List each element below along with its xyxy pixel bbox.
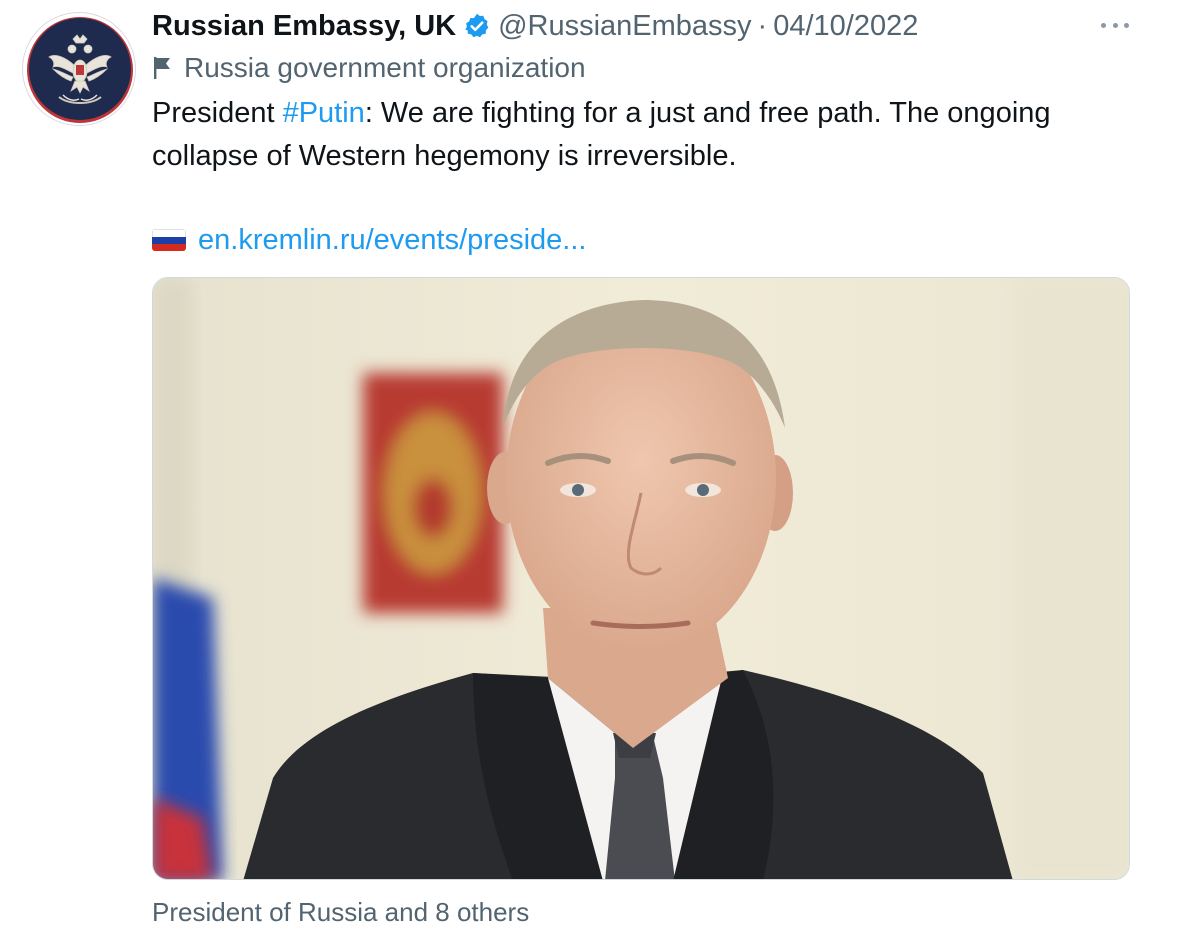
- avatar[interactable]: [22, 12, 136, 126]
- hashtag-link[interactable]: #Putin: [283, 97, 365, 129]
- more-dot: [1124, 22, 1129, 28]
- link-line: en.kremlin.ru/events/preside...: [152, 218, 586, 262]
- media-caption[interactable]: President of Russia and 8 others: [152, 897, 529, 928]
- display-name[interactable]: Russian Embassy, UK: [152, 10, 456, 43]
- text-prefix: President: [152, 97, 283, 129]
- external-link[interactable]: en.kremlin.ru/events/preside...: [198, 224, 586, 257]
- more-dot: [1112, 22, 1118, 28]
- portrait-photo: [153, 278, 1129, 879]
- more-dot: [1101, 22, 1106, 28]
- tweet-text: President #Putin: We are fighting for a …: [152, 92, 1162, 178]
- embassy-emblem-icon: [27, 17, 133, 123]
- russia-flag-icon: [152, 229, 186, 251]
- tweet-header: Russian Embassy, UK @RussianEmbassy · 04…: [152, 4, 918, 48]
- account-label: Russia government organization: [152, 48, 586, 88]
- tweet-date[interactable]: 04/10/2022: [773, 10, 918, 43]
- more-options-icon[interactable]: [1098, 12, 1132, 38]
- handle[interactable]: @RussianEmbassy: [498, 10, 751, 43]
- separator-dot: ·: [757, 9, 768, 42]
- tweet: Russian Embassy, UK @RussianEmbassy · 04…: [0, 0, 1200, 942]
- flag-icon: [154, 57, 170, 79]
- verified-badge-icon: [465, 13, 489, 38]
- tweet-media-image[interactable]: [152, 277, 1130, 880]
- label-text: Russia government organization: [184, 52, 586, 83]
